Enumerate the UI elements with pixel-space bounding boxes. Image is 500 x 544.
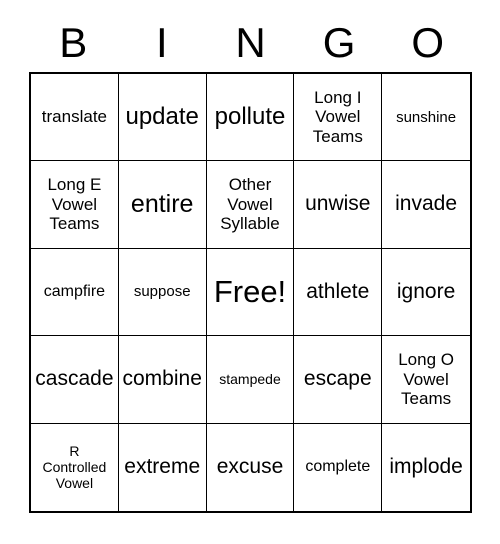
- header-letter-n: N: [235, 19, 266, 66]
- header-letter-g: G: [322, 19, 356, 66]
- bingo-cell-label: Other Vowel Syllable: [220, 175, 280, 234]
- bingo-cell-label: R Controlled Vowel: [42, 442, 107, 492]
- bingo-cell-label: excuse: [216, 455, 284, 479]
- bingo-cell[interactable]: athlete: [294, 248, 383, 337]
- header-letter-o: O: [411, 19, 444, 66]
- bingo-cell-label: unwise: [305, 192, 371, 216]
- bingo-cell-label: Long E Vowel Teams: [47, 175, 102, 234]
- bingo-cell-label: pollute: [214, 103, 286, 131]
- bingo-cell[interactable]: ignore: [382, 249, 470, 337]
- bingo-cell-label: combine: [122, 367, 202, 391]
- bingo-cell-label: implode: [389, 455, 463, 479]
- bingo-cell[interactable]: R Controlled Vowel: [31, 423, 119, 511]
- bingo-cell[interactable]: campfire: [31, 248, 119, 337]
- bingo-cell-label: Long O Vowel Teams: [398, 349, 454, 409]
- bingo-cell[interactable]: implode: [382, 424, 470, 511]
- bingo-cell-label: sunshine: [396, 108, 457, 126]
- bingo-cell[interactable]: invade: [382, 161, 470, 249]
- bingo-cell[interactable]: unwise: [294, 161, 383, 249]
- bingo-cell[interactable]: sunshine: [382, 74, 470, 162]
- bingo-cell-label: ignore: [396, 279, 456, 303]
- bingo-cell-label: stampede: [219, 371, 281, 388]
- bingo-cell-label: entire: [130, 190, 194, 219]
- bingo-cell[interactable]: Long E Vowel Teams: [31, 161, 119, 249]
- header-letter-b: B: [59, 19, 88, 66]
- bingo-cell[interactable]: suppose: [118, 248, 207, 337]
- bingo-card: B I N G O translate update pollute Long …: [0, 0, 500, 544]
- bingo-cell-label: athlete: [306, 279, 370, 303]
- bingo-cell-label: cascade: [35, 367, 114, 391]
- bingo-cell-label: campfire: [43, 282, 106, 300]
- bingo-cell-label: Long I Vowel Teams: [312, 87, 363, 147]
- bingo-cell[interactable]: Other Vowel Syllable: [206, 161, 295, 249]
- bingo-cell[interactable]: escape: [294, 336, 383, 424]
- bingo-cell[interactable]: translate: [31, 74, 119, 162]
- bingo-cell-label: escape: [303, 367, 372, 391]
- bingo-cell-label: translate: [41, 107, 107, 127]
- bingo-cell-label: Free!: [213, 274, 287, 310]
- bingo-header: B I N G O: [29, 14, 472, 72]
- bingo-cell[interactable]: Long O Vowel Teams: [382, 336, 470, 424]
- bingo-cell[interactable]: entire: [118, 161, 207, 249]
- bingo-cell[interactable]: extreme: [119, 423, 207, 511]
- bingo-cell[interactable]: excuse: [207, 423, 295, 511]
- header-letter-i: I: [156, 19, 168, 66]
- bingo-cell[interactable]: combine: [118, 336, 207, 424]
- bingo-cell[interactable]: pollute: [206, 74, 295, 162]
- bingo-cell-free[interactable]: Free!: [206, 248, 295, 337]
- bingo-cell-label: complete: [305, 458, 371, 476]
- bingo-cell-label: suppose: [133, 283, 191, 301]
- bingo-cell[interactable]: cascade: [31, 336, 119, 424]
- bingo-cell-label: extreme: [124, 455, 201, 479]
- bingo-cell-label: update: [125, 103, 199, 131]
- bingo-cell-label: invade: [395, 192, 458, 216]
- bingo-cell[interactable]: stampede: [206, 336, 295, 424]
- bingo-cell[interactable]: Long I Vowel Teams: [294, 74, 383, 162]
- bingo-cell[interactable]: complete: [294, 423, 383, 511]
- bingo-grid: translate update pollute Long I Vowel Te…: [29, 72, 472, 513]
- bingo-cell[interactable]: update: [118, 74, 207, 162]
